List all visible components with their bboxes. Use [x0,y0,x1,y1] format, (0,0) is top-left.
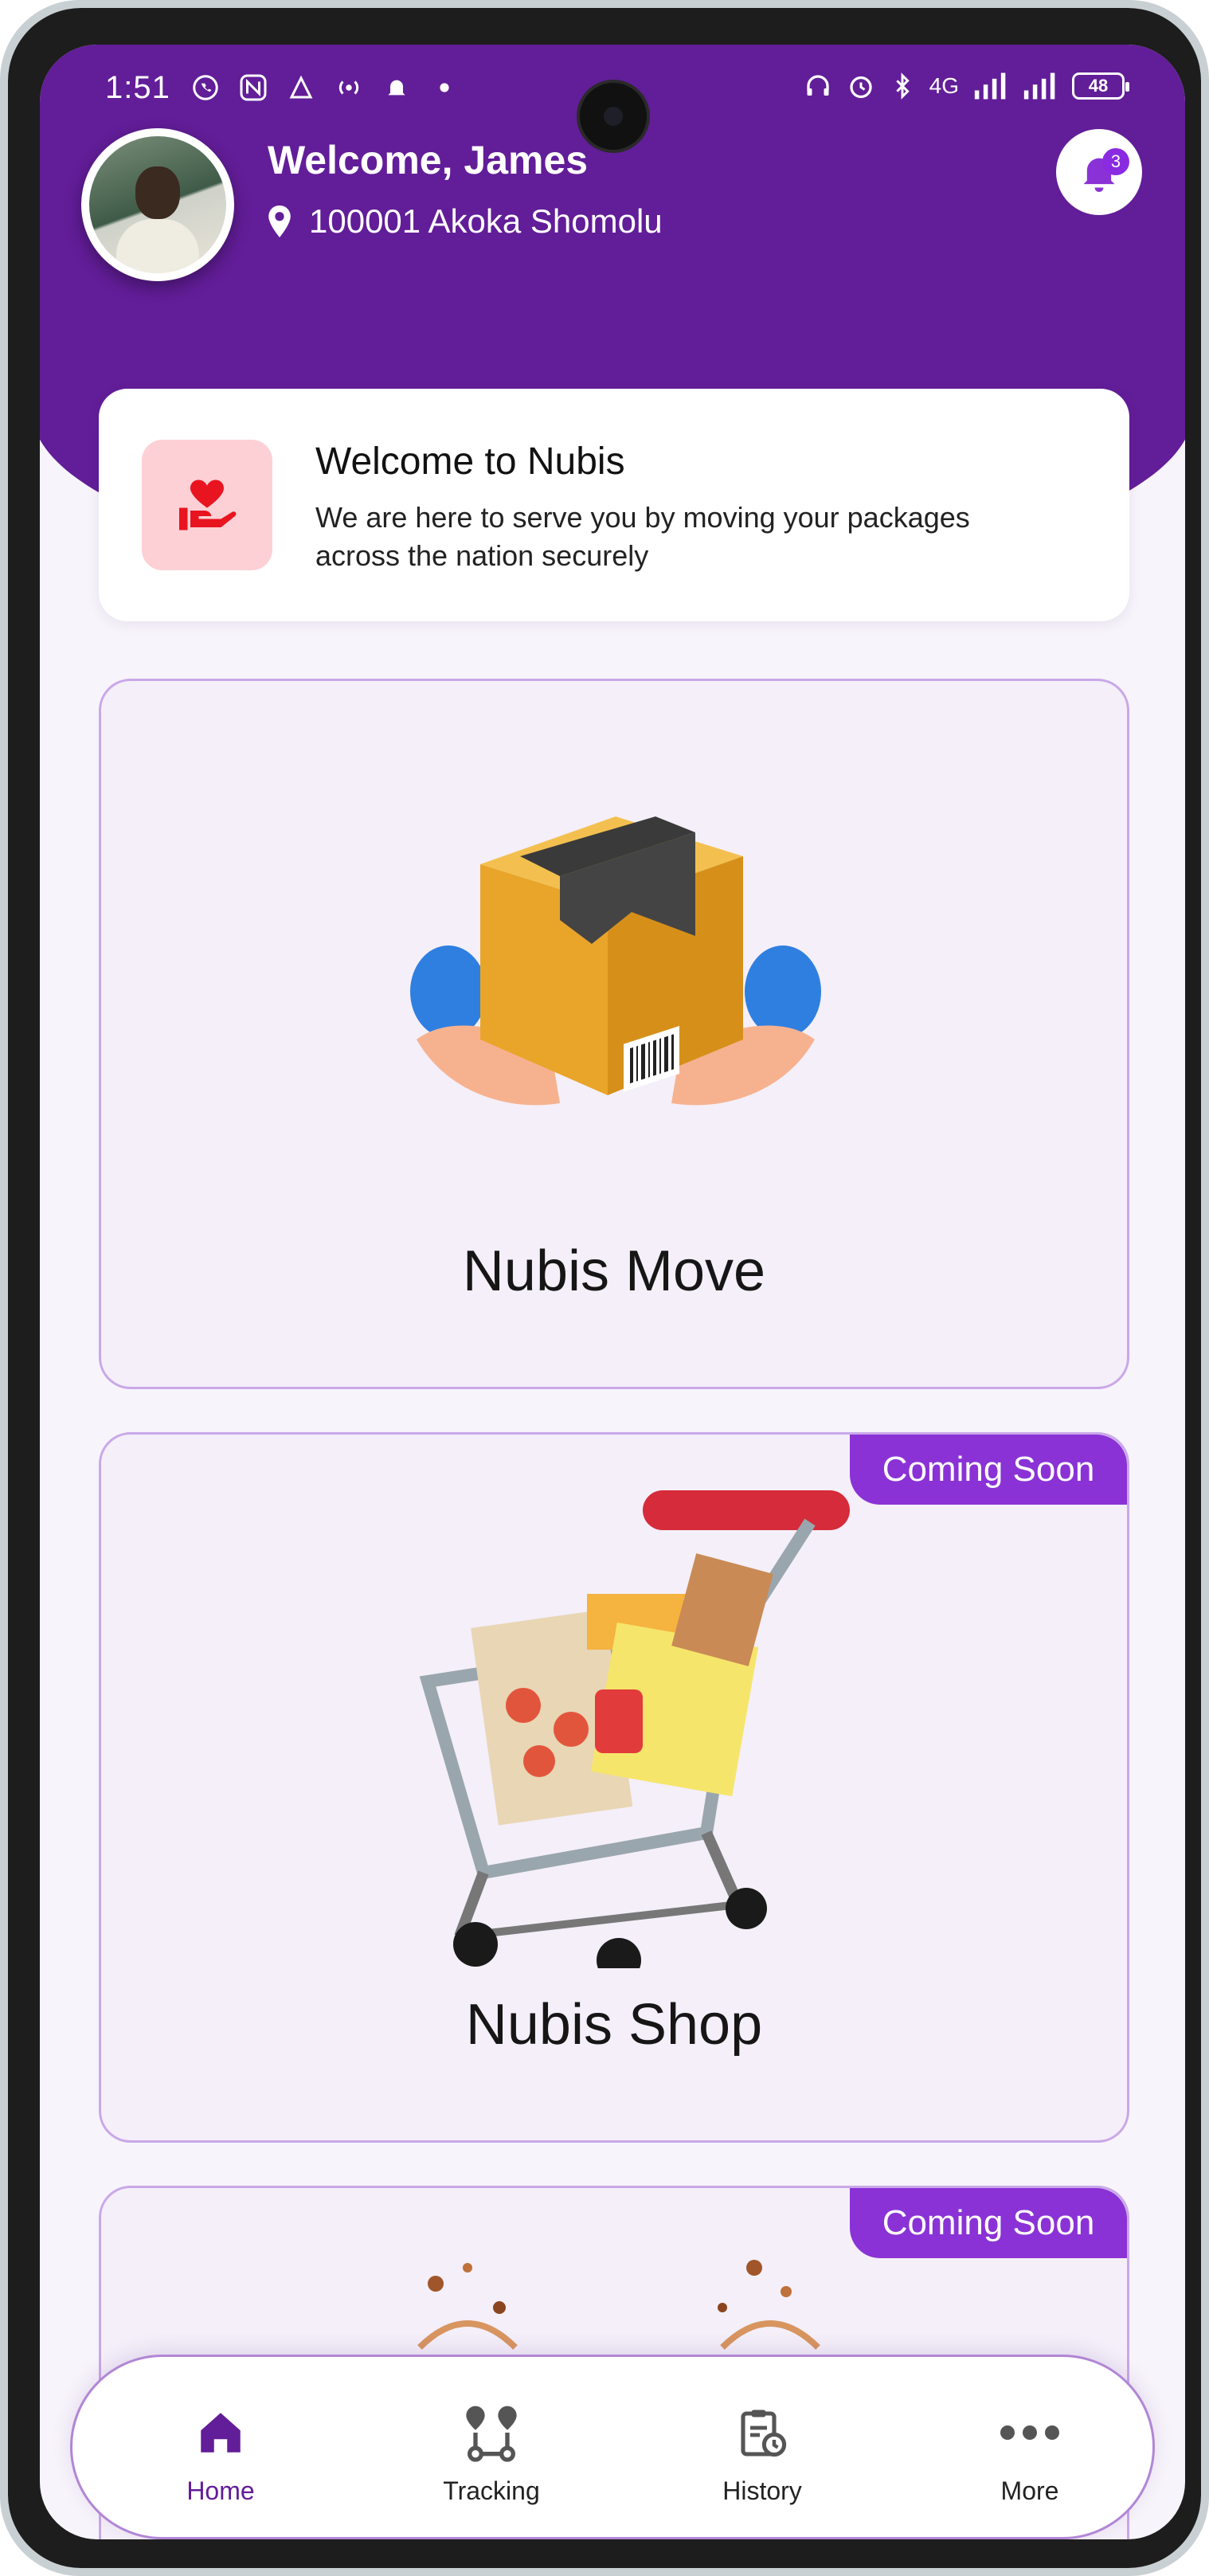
nav-more[interactable]: More [950,2397,1109,2506]
alarm-icon [849,76,872,99]
status-system-icons: 4G 48 [804,72,1129,100]
nav-tracking-label: Tracking [443,2476,540,2505]
status-time: 1:51 [105,70,170,105]
bluetooth-icon [895,72,910,100]
location-row[interactable]: 100001 Akoka Shomolu [268,202,663,241]
care-hand-icon [142,440,272,570]
service-card-shop[interactable]: Coming Soon Nubis Shop [99,1432,1129,2143]
coming-soon-badge: Coming Soon [850,1435,1127,1505]
app-screen: 1:51 4G 48 Welcome, James 100001 Akoka S… [40,45,1185,2539]
bell-status-icon [381,72,413,104]
front-camera [580,83,647,150]
location-pin-icon [268,206,291,237]
signal-icon [974,72,1006,100]
hotspot-icon [333,72,365,104]
service-card-shop-title: Nubis Shop [465,1993,763,2057]
home-icon [141,2397,300,2468]
service-card-move-title: Nubis Move [462,1239,766,1303]
nav-tracking[interactable]: Tracking [412,2397,571,2506]
bottom-navigation: Home Tracking History More [70,2355,1155,2539]
history-icon [683,2397,842,2468]
notification-badge: 3 [1102,148,1129,175]
device-frame: 1:51 4G 48 Welcome, James 100001 Akoka S… [0,0,1209,2576]
signal-2-icon [1023,72,1055,100]
nav-history[interactable]: History [683,2397,842,2506]
nav-more-label: More [1000,2476,1059,2505]
more-icon [950,2397,1109,2468]
battery-level: 48 [1088,76,1109,96]
avatar[interactable] [81,128,234,281]
network-type-label: 4G [929,73,959,98]
welcome-card-title: Welcome to Nubis [315,440,625,483]
route-icon [412,2397,571,2468]
avatar-photo [89,136,226,273]
nav-home-label: Home [186,2476,255,2505]
device-bezel: 1:51 4G 48 Welcome, James 100001 Akoka S… [8,8,1201,2568]
service-card-move[interactable]: Nubis Move [99,679,1129,1389]
app-notification-icon [285,72,317,104]
notifications-button[interactable]: 3 [1056,129,1142,215]
dot-icon [428,72,460,104]
status-notification-icons [190,72,460,104]
app-n-icon [237,72,269,104]
whatsapp-icon [190,72,221,104]
welcome-text: Welcome, James [268,138,589,182]
location-text: 100001 Akoka Shomolu [309,202,663,240]
nav-home[interactable]: Home [141,2397,300,2506]
battery-indicator: 48 [1072,72,1129,100]
welcome-card-description: We are here to serve you by moving your … [315,501,970,572]
nav-history-label: History [722,2476,802,2505]
welcome-card: Welcome to Nubis We are here to serve yo… [99,389,1129,621]
headphone-icon [806,75,829,96]
package-delivery-illustration [410,816,821,1106]
shopping-cart-illustration [419,1490,850,1968]
